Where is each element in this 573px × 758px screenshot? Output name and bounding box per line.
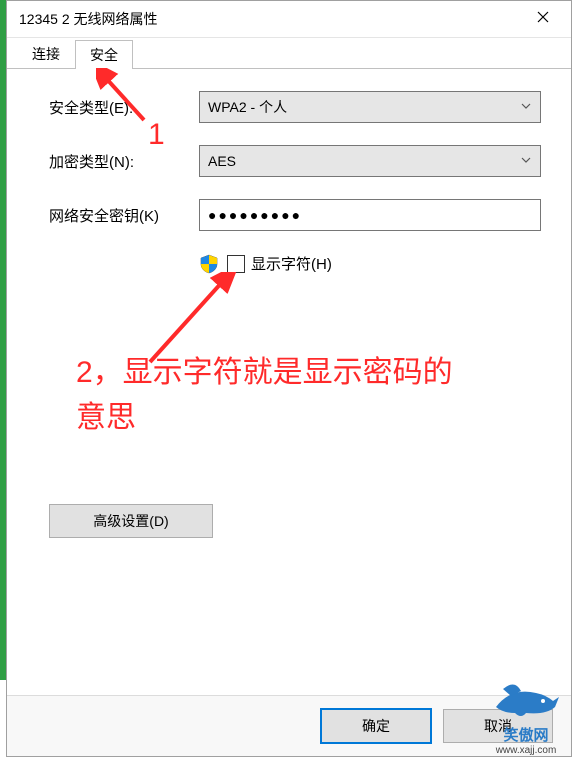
chevron-down-icon [520, 99, 532, 115]
tab-security-label: 安全 [90, 45, 118, 65]
window-close-button[interactable] [523, 5, 563, 33]
ok-button[interactable]: 确定 [321, 709, 431, 743]
advanced-settings-label: 高级设置(D) [93, 511, 168, 531]
watermark: 笑傲网 www.xajj.com [481, 679, 571, 756]
watermark-url: www.xajj.com [481, 745, 571, 756]
input-network-key[interactable]: ●●●●●●●●● [199, 199, 541, 231]
label-show-characters: 显示字符(H) [251, 253, 332, 274]
label-network-key: 网络安全密钥(K) [49, 205, 199, 226]
tabstrip: 连接 安全 [7, 38, 571, 69]
checkbox-show-characters[interactable] [227, 255, 245, 273]
dropdown-security-type[interactable]: WPA2 - 个人 [199, 91, 541, 123]
annotation-2-line1: 2，显示字符就是显示密码的 [76, 350, 453, 395]
uac-shield-icon [199, 254, 219, 274]
screenshot: 12345 2 无线网络属性 连接 安全 安全类型(E): WPA2 - 个人 [0, 0, 573, 758]
watermark-title: 笑傲网 [481, 724, 571, 745]
annotation-1-text: 1 [148, 118, 165, 152]
dropdown-security-type-value: WPA2 - 个人 [208, 97, 287, 117]
tab-connect-label: 连接 [32, 44, 60, 64]
advanced-settings-button[interactable]: 高级设置(D) [49, 504, 213, 538]
input-network-key-value: ●●●●●●●●● [208, 207, 302, 223]
annotation-2-line2: 意思 [76, 395, 453, 440]
chevron-down-icon [520, 153, 532, 169]
tab-security[interactable]: 安全 [75, 40, 133, 69]
annotation-2-text: 2，显示字符就是显示密码的 意思 [76, 350, 453, 440]
shark-icon [481, 679, 571, 724]
row-show-characters: 显示字符(H) [199, 253, 541, 274]
close-icon [537, 10, 549, 28]
ok-button-label: 确定 [362, 716, 390, 736]
row-network-key: 网络安全密钥(K) ●●●●●●●●● [49, 199, 541, 231]
row-encryption-type: 加密类型(N): AES [49, 145, 541, 177]
tab-connect[interactable]: 连接 [17, 39, 75, 68]
window-title: 12345 2 无线网络属性 [19, 9, 158, 29]
dropdown-encryption-type[interactable]: AES [199, 145, 541, 177]
titlebar: 12345 2 无线网络属性 [7, 1, 571, 38]
dropdown-encryption-type-value: AES [208, 153, 236, 169]
label-encryption-type: 加密类型(N): [49, 151, 199, 172]
